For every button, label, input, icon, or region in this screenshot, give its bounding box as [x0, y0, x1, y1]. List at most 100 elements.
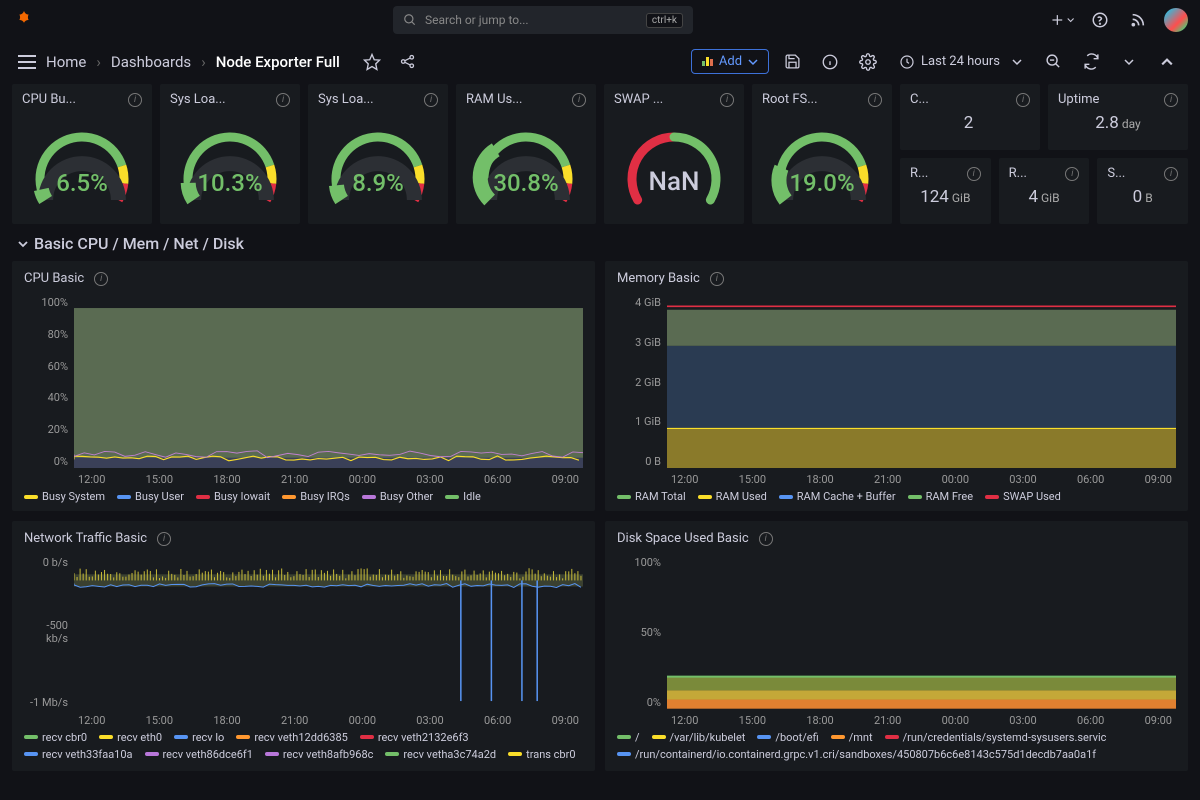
gauge-value: 8.9%	[318, 169, 438, 197]
legend-item[interactable]: RAM Cache + Buffer	[779, 490, 896, 503]
crumb-current[interactable]: Node Exporter Full	[216, 53, 340, 71]
info-icon[interactable]: i	[1164, 167, 1178, 181]
settings-icon[interactable]	[853, 47, 883, 77]
legend-item[interactable]: Busy System	[24, 490, 105, 503]
info-icon[interactable]: i	[759, 532, 773, 546]
gauge-panel[interactable]: RAM Us...i 30.8%	[456, 84, 596, 224]
crumb-home[interactable]: Home	[46, 53, 86, 71]
search-shortcut: ctrl+k	[646, 13, 683, 28]
add-icon[interactable]	[1050, 8, 1074, 32]
chart-panel-cpu[interactable]: CPU Basici 100%80%60%40%20%0% 12:0015:00…	[12, 261, 595, 511]
legend-item[interactable]: RAM Total	[617, 490, 686, 503]
legend-item[interactable]: recv veth33faa10a	[24, 748, 133, 761]
stat-panel[interactable]: S...i 0B	[1097, 158, 1188, 224]
plot-area[interactable]: 12:0015:0018:0021:0000:0003:0006:0009:00	[667, 556, 1176, 709]
legend-item[interactable]: recv cbr0	[24, 731, 87, 744]
panel-title: Sys Loa...	[170, 92, 226, 107]
info-icon[interactable]: i	[720, 93, 734, 107]
help-icon[interactable]	[1088, 8, 1112, 32]
info-icon[interactable]: i	[128, 93, 142, 107]
share-icon[interactable]	[396, 50, 420, 74]
info-icon[interactable]: i	[572, 93, 586, 107]
info-icon[interactable]: i	[868, 93, 882, 107]
legend-item[interactable]: Busy User	[117, 490, 184, 503]
save-icon[interactable]	[777, 47, 807, 77]
stat-panel[interactable]: C...i 2	[900, 84, 1040, 150]
time-range-picker[interactable]: Last 24 hours	[891, 50, 1030, 74]
section-toggle[interactable]: Basic CPU / Mem / Net / Disk	[18, 234, 1188, 253]
y-axis: 100%50%0%	[617, 556, 667, 709]
info-icon[interactable]: i	[157, 532, 171, 546]
legend-item[interactable]: recv eth0	[99, 731, 162, 744]
panel-title: Disk Space Used Basic	[617, 531, 749, 546]
zoom-out-icon[interactable]	[1038, 47, 1068, 77]
x-axis: 12:0015:0018:0021:0000:0003:0006:0009:00	[74, 714, 583, 727]
gauge-panel[interactable]: Sys Loa...i 8.9%	[308, 84, 448, 224]
panel-title: RAM Us...	[466, 92, 523, 107]
info-icon[interactable]: i	[276, 93, 290, 107]
menu-toggle-icon[interactable]	[18, 55, 36, 69]
legend-item[interactable]: Busy Other	[362, 490, 433, 503]
legend: recv cbr0 recv eth0 recv lo recv veth12dd63…	[24, 731, 583, 763]
refresh-icon[interactable]	[1076, 47, 1106, 77]
legend-item[interactable]: /var/lib/kubelet	[652, 731, 746, 744]
legend-item[interactable]: /run/credentials/systemd-sysusers.servic	[885, 731, 1107, 744]
legend-item[interactable]: trans cbr0	[508, 748, 575, 761]
panel-title: C...	[910, 92, 929, 107]
info-icon[interactable]: i	[1065, 167, 1079, 181]
legend-item[interactable]: Idle	[445, 490, 481, 503]
gauge-panel[interactable]: CPU Bu...i 6.5%	[12, 84, 152, 224]
plot-area[interactable]: 12:0015:0018:0021:0000:0003:0006:0009:00	[74, 296, 583, 468]
info-icon[interactable]: i	[967, 167, 981, 181]
stat-panel[interactable]: R...i 124GiB	[900, 158, 991, 224]
legend-item[interactable]: /boot/efi	[757, 731, 818, 744]
legend-item[interactable]: recv veth8afb968c	[265, 748, 374, 761]
legend-item[interactable]: recv lo	[174, 731, 224, 744]
legend-item[interactable]: Busy IRQs	[282, 490, 350, 503]
legend-item[interactable]: recv veth12dd6385	[236, 731, 348, 744]
legend-item[interactable]: RAM Used	[698, 490, 767, 503]
legend-item[interactable]: /	[617, 731, 640, 744]
info-icon[interactable]: i	[1016, 93, 1030, 107]
stat-panel[interactable]: Uptime i 2.8day	[1048, 84, 1188, 150]
avatar[interactable]	[1164, 8, 1188, 32]
refresh-interval-picker[interactable]	[1114, 47, 1144, 77]
legend-item[interactable]: recv veth2132e6f3	[360, 731, 469, 744]
x-axis: 12:0015:0018:0021:0000:0003:0006:0009:00	[667, 714, 1176, 727]
info-icon[interactable]: i	[424, 93, 438, 107]
gauge-panel[interactable]: SWAP ...i NaN	[604, 84, 744, 224]
grafana-logo[interactable]	[12, 8, 36, 32]
collapse-icon[interactable]	[1152, 47, 1182, 77]
plot-area[interactable]: 12:0015:0018:0021:0000:0003:0006:0009:00	[667, 296, 1176, 468]
info-icon[interactable]: i	[1164, 93, 1178, 107]
stat-value: 2.8day	[1058, 113, 1178, 133]
legend-item[interactable]: /run/containerd/io.containerd.grpc.v1.cr…	[617, 748, 1096, 761]
crumb-dashboards[interactable]: Dashboards	[111, 53, 191, 71]
legend-item[interactable]: Busy Iowait	[196, 490, 270, 503]
legend-item[interactable]: recv veth86dce6f1	[145, 748, 253, 761]
info-icon[interactable]: i	[94, 272, 108, 286]
info-icon[interactable]: i	[710, 272, 724, 286]
legend-item[interactable]: SWAP Used	[985, 490, 1061, 503]
add-button[interactable]: Add	[691, 49, 769, 74]
gauge-panel[interactable]: Root FS...i 19.0%	[752, 84, 892, 224]
dashboard-info-icon[interactable]	[815, 47, 845, 77]
plot-area[interactable]: 12:0015:0018:0021:0000:0003:0006:0009:00	[74, 556, 583, 709]
legend-item[interactable]: recv vetha3c74a2d	[385, 748, 496, 761]
gauge-value: NaN	[614, 167, 734, 197]
rss-icon[interactable]	[1126, 8, 1150, 32]
gauge-value: 6.5%	[22, 169, 142, 197]
gauge-value: 10.3%	[170, 169, 290, 197]
star-icon[interactable]	[360, 50, 384, 74]
breadcrumb: Home › Dashboards › Node Exporter Full	[46, 53, 340, 71]
stat-panel[interactable]: R...i 4GiB	[999, 158, 1090, 224]
chart-panel-net[interactable]: Network Traffic Basici 0 b/s-500 kb/s-1 …	[12, 521, 595, 771]
panel-title: Uptime	[1058, 92, 1099, 107]
legend-item[interactable]: /mnt	[831, 731, 873, 744]
legend-item[interactable]: RAM Free	[908, 490, 974, 503]
chart-panel-disk[interactable]: Disk Space Used Basic i 100%50%0% 12:0015…	[605, 521, 1188, 771]
search-input[interactable]: Search or jump to... ctrl+k	[393, 6, 693, 34]
chart-panel-mem[interactable]: Memory Basici 4 GiB3 GiB2 GiB1 GiB0 B 12…	[605, 261, 1188, 511]
stat-value: 124GiB	[910, 187, 981, 207]
gauge-panel[interactable]: Sys Loa... i 10.3%	[160, 84, 300, 224]
